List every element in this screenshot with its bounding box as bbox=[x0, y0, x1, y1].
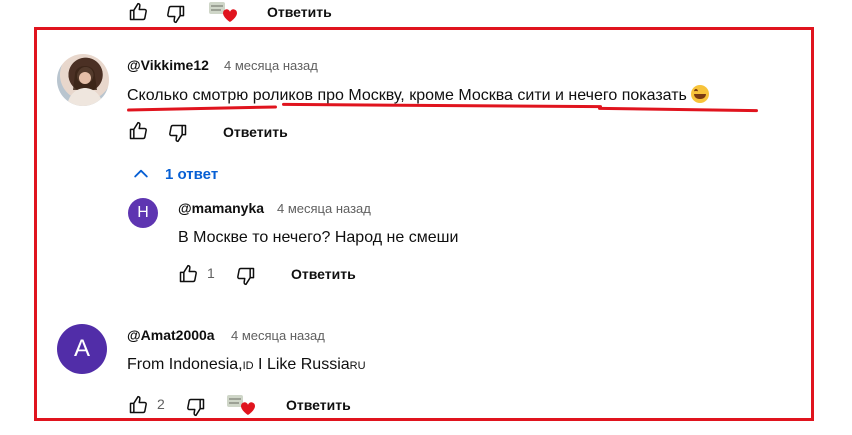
reply-timestamp[interactable]: 4 месяца назад bbox=[277, 201, 371, 216]
comment-text: Сколько смотрю роликов про Москву, кроме… bbox=[127, 85, 709, 105]
avatar-letter: Н bbox=[137, 204, 149, 221]
avatar[interactable] bbox=[57, 54, 109, 106]
like-icon[interactable] bbox=[178, 264, 198, 284]
dislike-icon[interactable] bbox=[168, 123, 188, 143]
flag-id-label: ID bbox=[242, 360, 254, 372]
comment-text-part: From Indonesia, bbox=[127, 356, 243, 373]
comment-text: From Indonesia,ID I Like RussiaRU bbox=[127, 356, 366, 374]
laughing-emoji-icon bbox=[690, 85, 709, 103]
avatar[interactable]: A bbox=[57, 324, 107, 374]
like-count: 2 bbox=[157, 396, 165, 412]
reply-button[interactable]: Ответить bbox=[267, 4, 332, 20]
replies-toggle[interactable]: 1 ответ bbox=[165, 166, 218, 183]
reply-button[interactable]: Ответить bbox=[286, 397, 351, 413]
comment-author[interactable]: @Amat2000a bbox=[127, 327, 215, 343]
comment-author[interactable]: @Vikkime12 bbox=[127, 57, 209, 73]
comment-text-part: I Like Russia bbox=[253, 356, 350, 373]
dislike-icon[interactable] bbox=[236, 266, 256, 286]
like-icon[interactable] bbox=[128, 2, 148, 22]
creator-heart-icon bbox=[226, 393, 256, 415]
dislike-icon[interactable] bbox=[166, 4, 186, 24]
avatar-letter: A bbox=[73, 335, 90, 362]
reply-button[interactable]: Ответить bbox=[223, 124, 288, 140]
creator-heart-icon bbox=[208, 0, 238, 22]
comment-text-content: Сколько смотрю роликов про Москву, кроме… bbox=[127, 87, 687, 104]
comment-timestamp[interactable]: 4 месяца назад bbox=[231, 328, 325, 343]
like-icon[interactable] bbox=[128, 121, 148, 141]
like-icon[interactable] bbox=[128, 395, 148, 415]
dislike-icon[interactable] bbox=[186, 397, 206, 417]
reply-text: В Москве то нечего? Народ не смеши bbox=[178, 229, 459, 246]
reply-button[interactable]: Ответить bbox=[291, 266, 356, 282]
reply-author[interactable]: @mamanyka bbox=[178, 200, 264, 216]
avatar[interactable]: Н bbox=[128, 198, 158, 228]
comment-timestamp[interactable]: 4 месяца назад bbox=[224, 58, 318, 73]
like-count: 1 bbox=[207, 265, 215, 281]
flag-ru-label: RU bbox=[349, 360, 366, 372]
chevron-up-icon[interactable] bbox=[131, 164, 151, 184]
